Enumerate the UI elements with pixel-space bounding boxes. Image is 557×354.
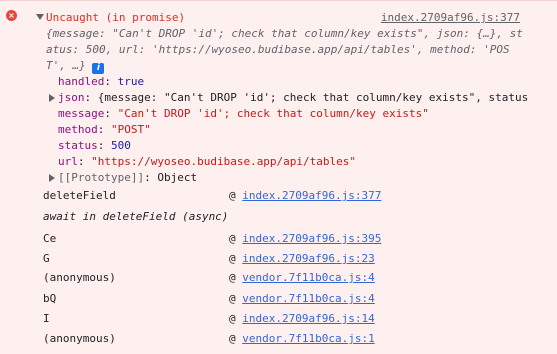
property-value: "POST" bbox=[111, 123, 151, 136]
stack-source-link[interactable]: index.2709af96.js:377 bbox=[242, 189, 381, 202]
console-error-message: × Uncaught (in promise) index.2709af96.j… bbox=[0, 0, 557, 354]
stack-location: @ index.2709af96.js:377 bbox=[229, 189, 382, 202]
error-source-link[interactable]: index.2709af96.js:377 bbox=[381, 11, 520, 24]
error-summary-line-3: T', …} i bbox=[46, 59, 105, 74]
stack-source-link[interactable]: index.2709af96.js:395 bbox=[242, 232, 381, 245]
property-row-handled: handled: true bbox=[58, 75, 145, 88]
property-value: {message: "Can't DROP 'id'; check that c… bbox=[97, 91, 529, 104]
summary-text-2: atus: 500, url: 'https://wyoseo.budibase… bbox=[46, 43, 510, 56]
error-header[interactable]: × Uncaught (in promise) index.2709af96.j… bbox=[0, 9, 557, 25]
expand-prototype-icon[interactable] bbox=[49, 174, 55, 182]
property-key: handled bbox=[58, 75, 105, 88]
stack-location: @ vendor.7f11b0ca.js:4 bbox=[229, 271, 375, 284]
property-value: Object bbox=[157, 171, 198, 184]
property-row-json[interactable]: json: {message: "Can't DROP 'id'; check … bbox=[58, 91, 528, 104]
property-key: method bbox=[58, 123, 98, 136]
property-key: url bbox=[58, 155, 78, 168]
stack-source-link[interactable]: index.2709af96.js:23 bbox=[242, 252, 374, 265]
stack-function-name: deleteField bbox=[43, 189, 116, 202]
property-value: "https://wyoseo.budibase.app/api/tables" bbox=[91, 155, 357, 168]
expand-json-icon[interactable] bbox=[49, 94, 55, 102]
stack-source-link[interactable]: vendor.7f11b0ca.js:1 bbox=[242, 332, 374, 345]
stack-location: @ vendor.7f11b0ca.js:1 bbox=[229, 332, 375, 345]
error-summary-line-1: {message: "Can't DROP 'id'; check that c… bbox=[46, 27, 523, 40]
property-row-url: url: "https://wyoseo.budibase.app/api/ta… bbox=[58, 155, 357, 168]
stack-function-name: G bbox=[43, 252, 50, 265]
stack-source-link[interactable]: index.2709af96.js:14 bbox=[242, 312, 374, 325]
property-value: "Can't DROP 'id'; check that column/key … bbox=[117, 107, 429, 120]
stack-async-label: await in deleteField (async) bbox=[43, 210, 229, 223]
stack-source-link[interactable]: vendor.7f11b0ca.js:4 bbox=[242, 292, 374, 305]
error-summary-line-2: atus: 500, url: 'https://wyoseo.budibase… bbox=[46, 43, 510, 56]
stack-function-name: Ce bbox=[43, 232, 57, 245]
stack-function-name: (anonymous) bbox=[43, 271, 116, 284]
property-row-method: method: "POST" bbox=[58, 123, 151, 136]
error-title: Uncaught (in promise) bbox=[46, 11, 186, 24]
stack-function-name: (anonymous) bbox=[43, 332, 116, 345]
stack-function-name: I bbox=[43, 312, 50, 325]
stack-location: @ vendor.7f11b0ca.js:4 bbox=[229, 292, 375, 305]
summary-text-3: T', …} bbox=[46, 59, 86, 72]
stack-source-link[interactable]: vendor.7f11b0ca.js:4 bbox=[242, 271, 374, 284]
property-key: message bbox=[58, 107, 105, 120]
stack-location: @ index.2709af96.js:23 bbox=[229, 252, 375, 265]
summary-text-1: {message: "Can't DROP 'id'; check that c… bbox=[46, 27, 523, 40]
property-key: [[Prototype]] bbox=[58, 171, 145, 184]
property-key: status bbox=[58, 139, 98, 152]
property-value: 500 bbox=[111, 139, 131, 152]
info-icon[interactable]: i bbox=[92, 63, 105, 74]
property-row-message: message: "Can't DROP 'id'; check that co… bbox=[58, 107, 429, 120]
property-key: json bbox=[58, 91, 85, 104]
stack-location: @ index.2709af96.js:14 bbox=[229, 312, 375, 325]
property-row-prototype[interactable]: [[Prototype]]: Object bbox=[58, 171, 197, 184]
stack-location: @ index.2709af96.js:395 bbox=[229, 232, 382, 245]
property-value: true bbox=[117, 75, 145, 88]
stack-function-name: bQ bbox=[43, 292, 57, 305]
error-icon: × bbox=[6, 10, 17, 21]
property-row-status: status: 500 bbox=[58, 139, 131, 152]
expand-triangle-icon[interactable] bbox=[36, 14, 44, 20]
